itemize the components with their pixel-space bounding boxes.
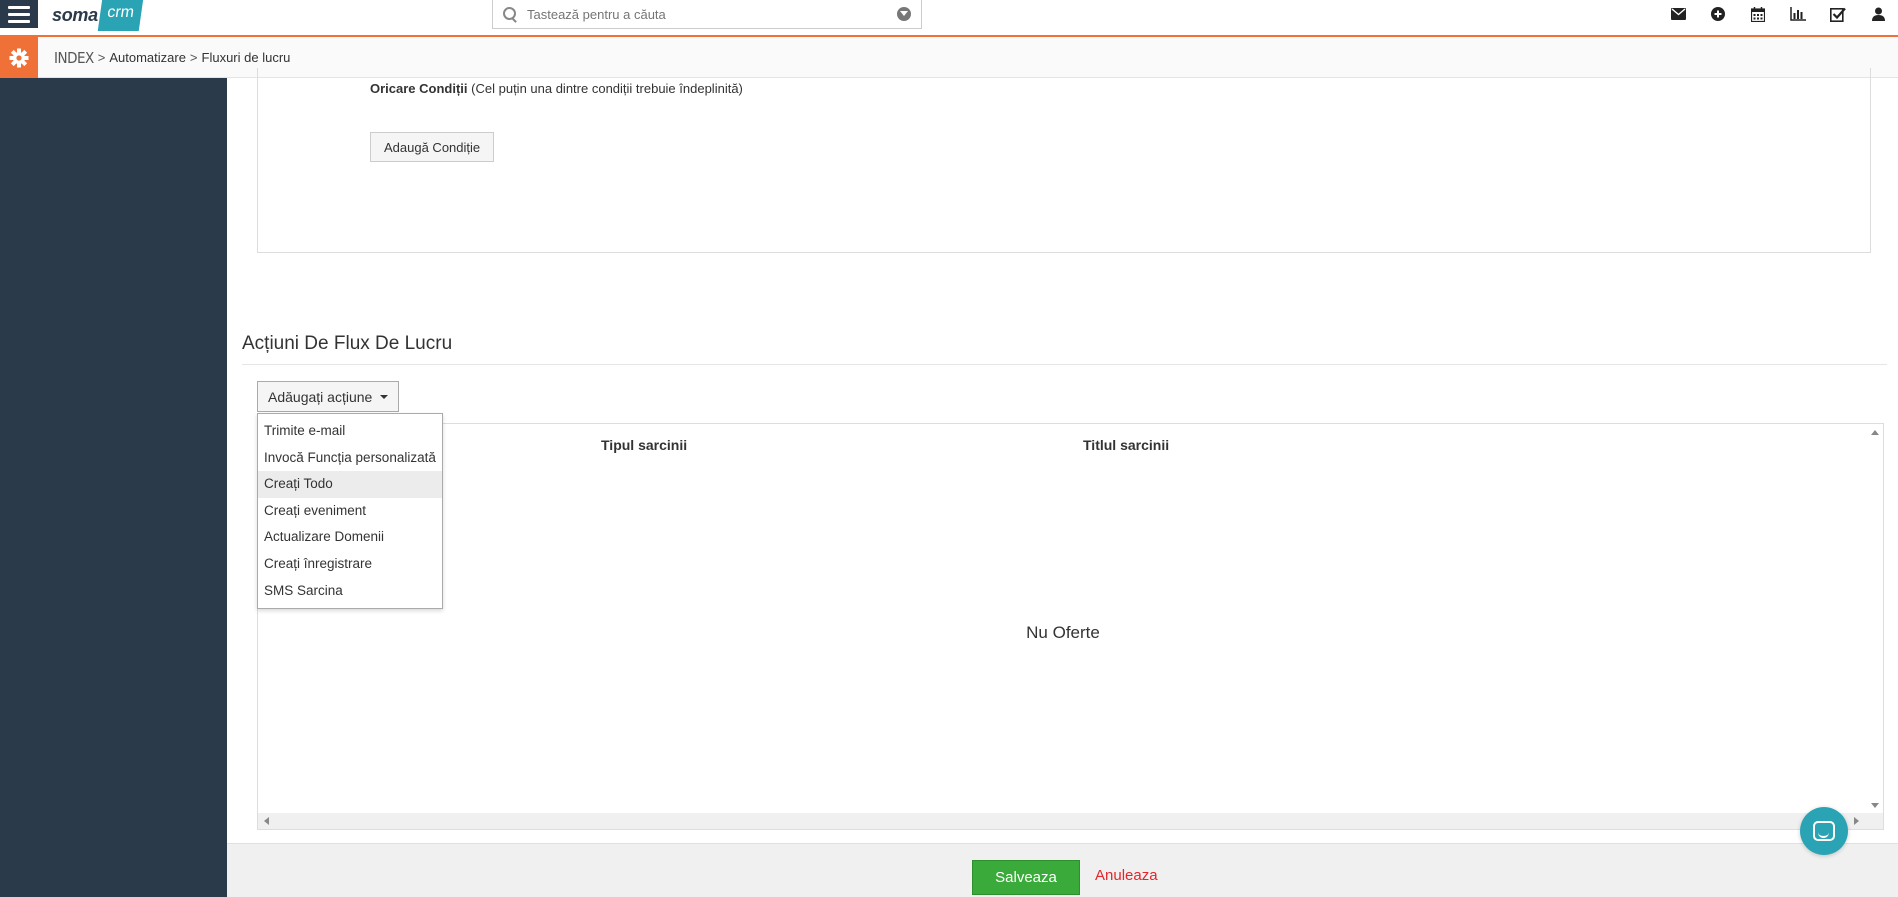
top-bar: soma crm <box>0 0 1898 37</box>
conditions-panel: Oricare Condiții (Cel puțin una dintre c… <box>257 68 1871 253</box>
global-search <box>492 0 922 29</box>
search-input[interactable] <box>527 6 897 22</box>
tasks-table: Tipul sarcinii Titlul sarcinii Nu Oferte <box>257 423 1884 830</box>
menu-item-create-todo[interactable]: Creați Todo <box>258 471 442 498</box>
cancel-link[interactable]: Anuleaza <box>1095 867 1158 884</box>
sidebar <box>0 78 227 897</box>
any-conditions-note: (Cel puțin una dintre condiții trebuie î… <box>471 81 743 96</box>
logo-soma: soma <box>52 4 98 25</box>
menu-item-invoke-custom-function[interactable]: Invocă Funcția personalizată <box>258 445 442 472</box>
add-action-label: Adăugați acțiune <box>268 388 373 405</box>
envelope-icon[interactable] <box>1658 0 1698 28</box>
menu-item-create-record[interactable]: Creați înregistrare <box>258 551 442 578</box>
menu-item-sms-task[interactable]: SMS Sarcina <box>258 578 442 605</box>
add-action-menu: Trimite e-mail Invocă Funcția personaliz… <box>257 413 443 610</box>
app-logo[interactable]: soma crm <box>52 0 143 31</box>
search-icon <box>503 7 517 21</box>
scroll-left-icon[interactable] <box>264 817 269 825</box>
menu-item-create-event[interactable]: Creați eveniment <box>258 498 442 525</box>
vertical-scrollbar[interactable] <box>1867 424 1883 814</box>
plus-circle-icon[interactable] <box>1698 0 1738 28</box>
header-icons <box>1658 0 1898 28</box>
menu-item-update-fields[interactable]: Actualizare Domenii <box>258 524 442 551</box>
bar-chart-icon[interactable] <box>1778 0 1818 28</box>
column-header-task-title: Titlul sarcinii <box>1083 437 1170 453</box>
add-condition-button[interactable]: Adaugă Condiție <box>370 132 495 162</box>
breadcrumb-index[interactable]: INDEX <box>54 49 94 67</box>
user-icon[interactable] <box>1858 0 1898 28</box>
scroll-up-icon[interactable] <box>1871 430 1879 435</box>
menu-item-send-email[interactable]: Trimite e-mail <box>258 418 442 445</box>
breadcrumb-workflows: Fluxuri de lucru <box>201 50 291 65</box>
check-square-icon[interactable] <box>1818 0 1858 28</box>
logo-crm: crm <box>97 0 143 31</box>
calendar-icon[interactable] <box>1738 0 1778 28</box>
caret-down-icon <box>380 394 389 399</box>
scroll-right-icon[interactable] <box>1854 817 1859 825</box>
horizontal-scroll-thumb[interactable] <box>274 814 1859 828</box>
workflow-actions-title: Acțiuni De Flux De Lucru <box>242 333 453 354</box>
empty-state-text: Nu Oferte <box>1026 623 1100 642</box>
gear-icon[interactable] <box>0 37 38 78</box>
search-dropdown-icon[interactable] <box>897 7 911 21</box>
form-footer: Salveaza Anuleaza <box>227 843 1898 897</box>
breadcrumb-separator: > <box>97 50 106 65</box>
breadcrumb-separator: > <box>189 50 198 65</box>
column-header-task-type: Tipul sarcinii <box>601 437 688 453</box>
add-action-button[interactable]: Adăugați acțiune <box>257 381 400 412</box>
horizontal-scrollbar[interactable] <box>258 813 1883 829</box>
scroll-down-icon[interactable] <box>1871 803 1879 808</box>
any-conditions-title: Oricare Condiții <box>370 81 468 96</box>
save-button[interactable]: Salveaza <box>972 860 1080 895</box>
menu-toggle-icon[interactable] <box>0 0 38 28</box>
chat-icon[interactable] <box>1800 807 1848 855</box>
breadcrumb-automatizare[interactable]: Automatizare <box>109 50 186 65</box>
breadcrumb: INDEX > Automatizare > Fluxuri de lucru <box>54 37 290 78</box>
any-conditions-label: Oricare Condiții (Cel puțin una dintre c… <box>370 81 743 96</box>
section-divider <box>242 364 1887 365</box>
main-content: Oricare Condiții (Cel puțin una dintre c… <box>227 68 1898 843</box>
